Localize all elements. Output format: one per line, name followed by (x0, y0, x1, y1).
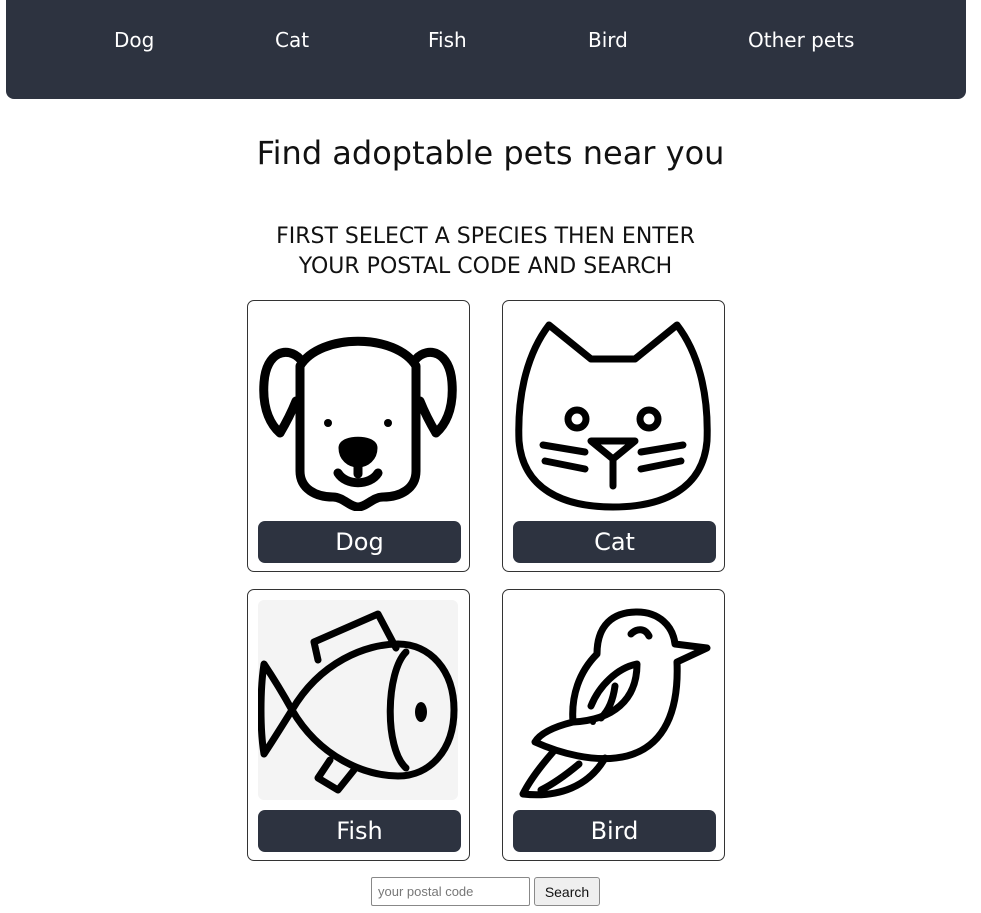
search-button[interactable]: Search (534, 877, 600, 906)
species-card-dog[interactable]: Dog (247, 300, 470, 572)
nav-item-other-pets[interactable]: Other pets (748, 28, 854, 52)
bird-icon (513, 600, 713, 800)
instruction-line-1: FIRST SELECT A SPECIES THEN ENTER (276, 224, 695, 249)
nav-item-cat[interactable]: Cat (275, 28, 309, 52)
species-card-bird[interactable]: Bird (502, 589, 725, 861)
instructions-text: FIRST SELECT A SPECIES THEN ENTER YOUR P… (0, 222, 971, 282)
cat-button[interactable]: Cat (513, 521, 716, 563)
species-card-fish[interactable]: Fish (247, 589, 470, 861)
cat-icon (513, 311, 713, 511)
nav-item-dog[interactable]: Dog (114, 28, 154, 52)
nav-item-bird[interactable]: Bird (588, 28, 628, 52)
dog-button[interactable]: Dog (258, 521, 461, 563)
fish-icon (258, 600, 458, 800)
fish-button[interactable]: Fish (258, 810, 461, 852)
top-navbar: Dog Cat Fish Bird Other pets (6, 0, 966, 99)
dog-icon (258, 311, 458, 511)
nav-item-fish[interactable]: Fish (428, 28, 467, 52)
postal-code-input[interactable] (371, 877, 530, 906)
bird-button[interactable]: Bird (513, 810, 716, 852)
instruction-line-2: YOUR POSTAL CODE AND SEARCH (298, 254, 673, 279)
page-title: Find adoptable pets near you (256, 134, 725, 172)
species-card-cat[interactable]: Cat (502, 300, 725, 572)
